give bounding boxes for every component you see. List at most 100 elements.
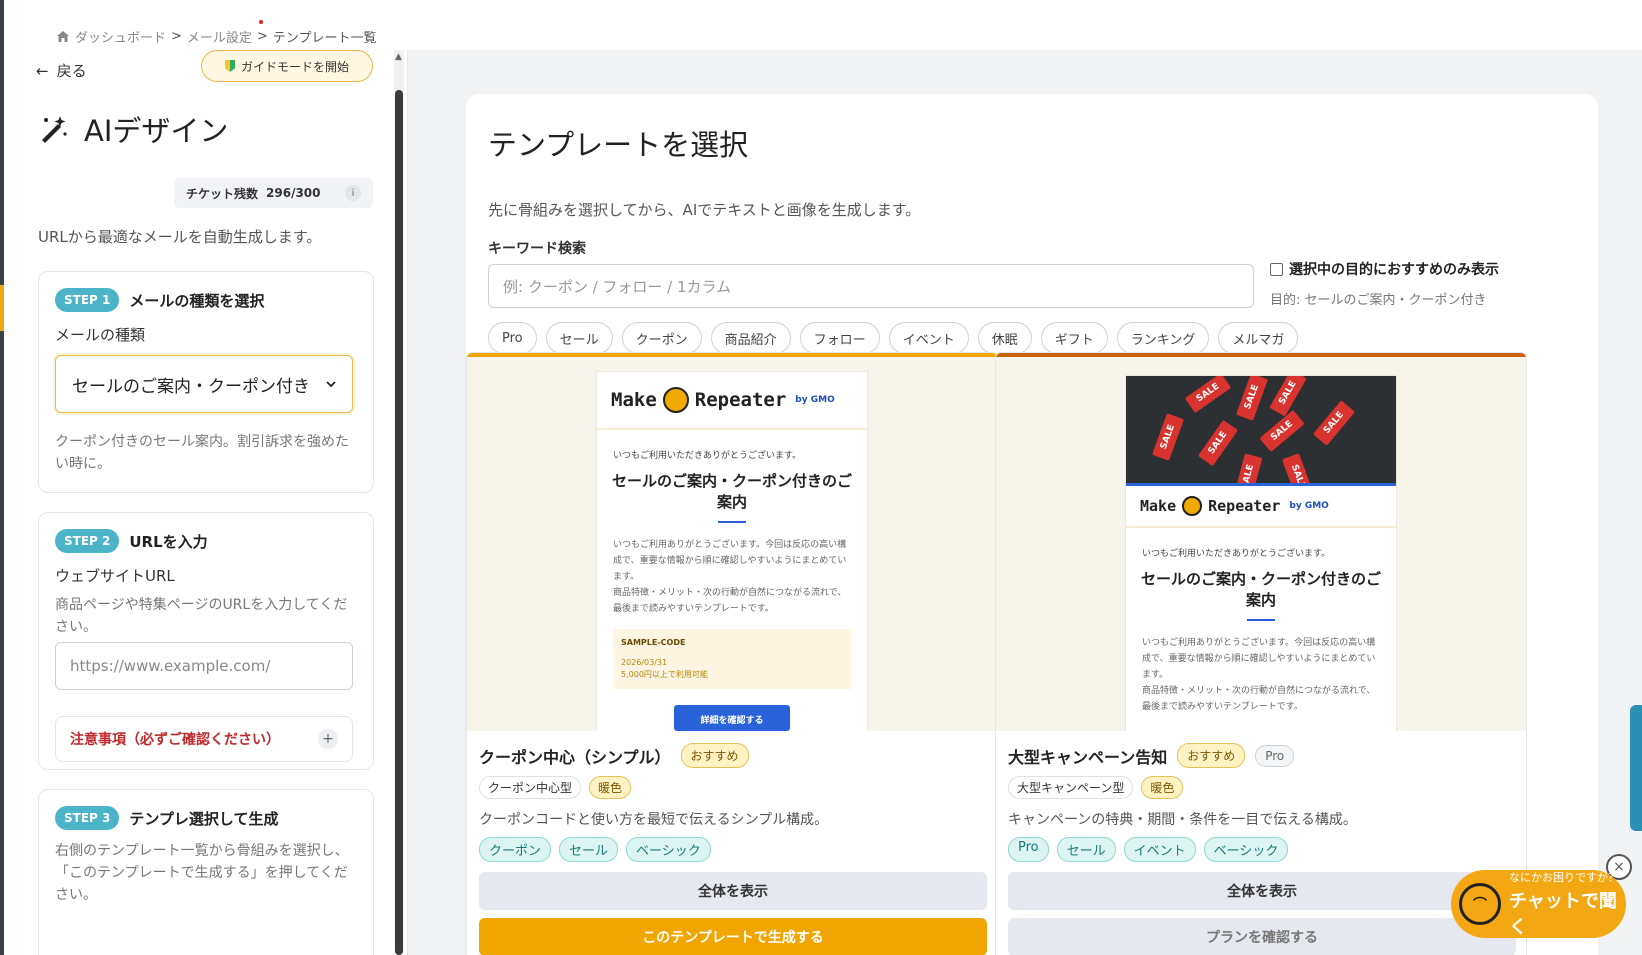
mail-cta-button: 詳細を確認する bbox=[674, 705, 790, 731]
step2-pill: STEP 2 bbox=[55, 529, 120, 553]
mail-headline: セールのご案内・クーポン付きのご案内 bbox=[1140, 570, 1381, 609]
template-tag: セール bbox=[1056, 837, 1116, 862]
notification-dot bbox=[259, 20, 263, 24]
sidebar-description: URLから最適なメールを自動生成します。 bbox=[38, 228, 322, 246]
step2-card: STEP 2 URLを入力 ウェブサイトURL 商品ページや特集ページのURLを… bbox=[38, 512, 374, 770]
breadcrumb-separator: > bbox=[256, 29, 268, 44]
mail-divider bbox=[718, 521, 746, 523]
website-url-input[interactable]: https://www.example.com/ bbox=[55, 642, 353, 690]
chat-prompt: なにかお困りですか？ bbox=[1509, 871, 1619, 884]
mail-type-label: メールの種類 bbox=[55, 326, 146, 344]
template-name: 大型キャンペーン告知 bbox=[1008, 747, 1168, 767]
recommended-badge: おすすめ bbox=[680, 743, 749, 768]
sale-tag: SALE bbox=[1259, 409, 1305, 453]
show-full-button[interactable]: 全体を表示 bbox=[479, 872, 987, 910]
coupon-code: SAMPLE-CODE bbox=[621, 638, 686, 647]
step3-title: テンプレ選択して生成 bbox=[129, 809, 279, 828]
sidebar-scrollbar[interactable]: ▲ bbox=[394, 50, 404, 955]
website-url-label: ウェブサイトURL bbox=[55, 567, 175, 585]
check-plan-button[interactable]: プランを確認する bbox=[1008, 918, 1516, 955]
plus-icon: + bbox=[318, 729, 338, 749]
mail-greeting: いつもご利用いただきありがとうございます。 bbox=[613, 451, 802, 461]
coupon-condition: 5,000円以上で利用可能 bbox=[621, 670, 708, 679]
mail-body-1: いつもご利用ありがとうございます。今回は反応の高い構成で、重要な情報から順に確認… bbox=[1142, 638, 1376, 680]
breadcrumb-dashboard[interactable]: ダッシュボード bbox=[75, 27, 166, 46]
website-url-help: 商品ページや特集ページのURLを入力してください。 bbox=[55, 597, 348, 635]
only-recommended-toggle[interactable]: 選択中の目的におすすめのみ表示 bbox=[1270, 259, 1499, 279]
sale-tag: SALE bbox=[1312, 400, 1356, 446]
tone-badge: 暖色 bbox=[1141, 776, 1184, 799]
breadcrumb-separator: > bbox=[171, 29, 182, 44]
template-preview[interactable]: SALE SALE SALE SALE SALE SALE SALE SALE … bbox=[996, 357, 1526, 731]
template-name: クーポン中心（シンプル） bbox=[479, 747, 671, 767]
mail-type-select[interactable]: セールのご案内・クーポン付き bbox=[55, 355, 353, 413]
coupon-date: 2026/03/31 bbox=[621, 658, 668, 667]
arrow-left-icon: ← bbox=[36, 61, 49, 80]
logo-word-make: Make bbox=[611, 389, 657, 411]
page-title-text: AIデザイン bbox=[84, 114, 229, 148]
breadcrumb-mail-settings[interactable]: メール設定 bbox=[187, 27, 252, 46]
chip-follow[interactable]: フォロー bbox=[799, 322, 880, 354]
keyword-search-input[interactable]: 例: クーポン / フォロー / 1カラム bbox=[488, 264, 1254, 308]
chip-coupon[interactable]: クーポン bbox=[621, 322, 702, 354]
step2-title: URLを入力 bbox=[129, 532, 208, 551]
sale-hero-image: SALE SALE SALE SALE SALE SALE SALE SALE … bbox=[1126, 376, 1396, 486]
chip-event[interactable]: イベント bbox=[888, 322, 969, 354]
template-card[interactable]: SALE SALE SALE SALE SALE SALE SALE SALE … bbox=[995, 352, 1527, 955]
mail-type-help: クーポン付きのセール案内。割引訴求を強めたい時に。 bbox=[55, 434, 349, 472]
chat-label: チャットで聞く bbox=[1509, 891, 1617, 938]
sale-tag: SALE bbox=[1152, 413, 1184, 461]
chip-newsletter[interactable]: メルマガ bbox=[1218, 322, 1299, 354]
mail-preview: SALE SALE SALE SALE SALE SALE SALE SALE … bbox=[1125, 375, 1397, 731]
template-type-badge: クーポン中心型 bbox=[479, 776, 582, 799]
show-full-button[interactable]: 全体を表示 bbox=[1008, 872, 1516, 910]
purpose-text: 目的: セールのご案内・クーポン付き bbox=[1270, 293, 1487, 308]
chip-gift[interactable]: ギフト bbox=[1040, 322, 1108, 354]
scrollbar-thumb[interactable] bbox=[395, 90, 403, 955]
template-description: キャンペーンの特典・期間・条件を一目で伝える構成。 bbox=[1008, 812, 1357, 828]
keyword-label: キーワード検索 bbox=[488, 241, 586, 257]
chip-pro[interactable]: Pro bbox=[488, 322, 537, 354]
top-bar: ダッシュボード > メール設定 > テンプレート一覧 bbox=[4, 0, 1642, 50]
notice-label: 注意事項（必ずご確認ください） bbox=[70, 732, 280, 748]
filter-chips: Pro セール クーポン 商品紹介 フォロー イベント 休眠 ギフト ランキング… bbox=[488, 322, 1299, 354]
generate-with-template-button[interactable]: このテンプレートで生成する bbox=[479, 918, 987, 955]
info-icon[interactable]: i bbox=[345, 185, 361, 201]
only-recommended-label: 選択中の目的におすすめのみ表示 bbox=[1289, 262, 1499, 278]
chevron-down-icon bbox=[326, 381, 336, 388]
template-panel-title: テンプレートを選択 bbox=[488, 128, 749, 162]
scroll-up-icon[interactable]: ▲ bbox=[395, 52, 402, 62]
only-recommended-checkbox[interactable] bbox=[1270, 262, 1283, 276]
notice-accordion[interactable]: 注意事項（必ずご確認ください） + bbox=[55, 716, 353, 762]
chip-sale[interactable]: セール bbox=[545, 322, 613, 354]
chat-mascot-icon: ⌒ bbox=[1459, 883, 1501, 925]
ticket-label: チケット残数 bbox=[186, 186, 259, 201]
logo-face-icon bbox=[1182, 496, 1203, 516]
chip-product[interactable]: 商品紹介 bbox=[710, 322, 791, 354]
chip-ranking[interactable]: ランキング bbox=[1116, 322, 1210, 354]
ticket-balance: チケット残数 296/300 i bbox=[174, 178, 373, 208]
back-label: 戻る bbox=[56, 62, 87, 80]
feedback-side-tab[interactable] bbox=[1630, 705, 1642, 831]
home-icon[interactable] bbox=[56, 30, 70, 43]
chat-widget-button[interactable]: ⌒ なにかお困りですか？ チャットで聞く bbox=[1451, 870, 1626, 938]
mail-body-2: 商品特徴・メリット・次の行動が自然につながる流れで、最後まで読みやすいテンプレー… bbox=[613, 588, 847, 614]
mail-divider bbox=[1247, 619, 1275, 621]
mail-body-2: 商品特徴・メリット・次の行動が自然につながる流れで、最後まで読みやすいテンプレー… bbox=[1142, 686, 1376, 712]
template-preview[interactable]: Make Repeater by GMO いつもご利用いただきありがとうございま… bbox=[467, 357, 997, 731]
chip-dormant[interactable]: 休眠 bbox=[977, 322, 1032, 354]
template-type-badge: 大型キャンペーン型 bbox=[1008, 776, 1134, 799]
ai-design-sidebar: ← 戻る ガイドモードを開始 AIデザイン チケット残数 296/300 i U… bbox=[4, 50, 408, 955]
mail-type-selected: セールのご案内・クーポン付き bbox=[72, 376, 310, 397]
sale-tag: SALE bbox=[1236, 376, 1268, 421]
recommended-badge: おすすめ bbox=[1177, 743, 1246, 768]
back-link[interactable]: ← 戻る bbox=[36, 60, 87, 81]
step1-pill: STEP 1 bbox=[55, 288, 120, 312]
logo-word-repeater: Repeater bbox=[1208, 497, 1281, 515]
beginner-mark-icon bbox=[224, 60, 235, 72]
mail-headline: セールのご案内・クーポン付きのご案内 bbox=[611, 472, 852, 511]
guide-mode-button[interactable]: ガイドモードを開始 bbox=[201, 50, 373, 82]
step3-card: STEP 3 テンプレ選択して生成 右側のテンプレート一覧から骨組みを選択し、「… bbox=[38, 789, 374, 955]
sale-tag: SALE bbox=[1184, 376, 1232, 413]
template-card[interactable]: Make Repeater by GMO いつもご利用いただきありがとうございま… bbox=[466, 352, 998, 955]
